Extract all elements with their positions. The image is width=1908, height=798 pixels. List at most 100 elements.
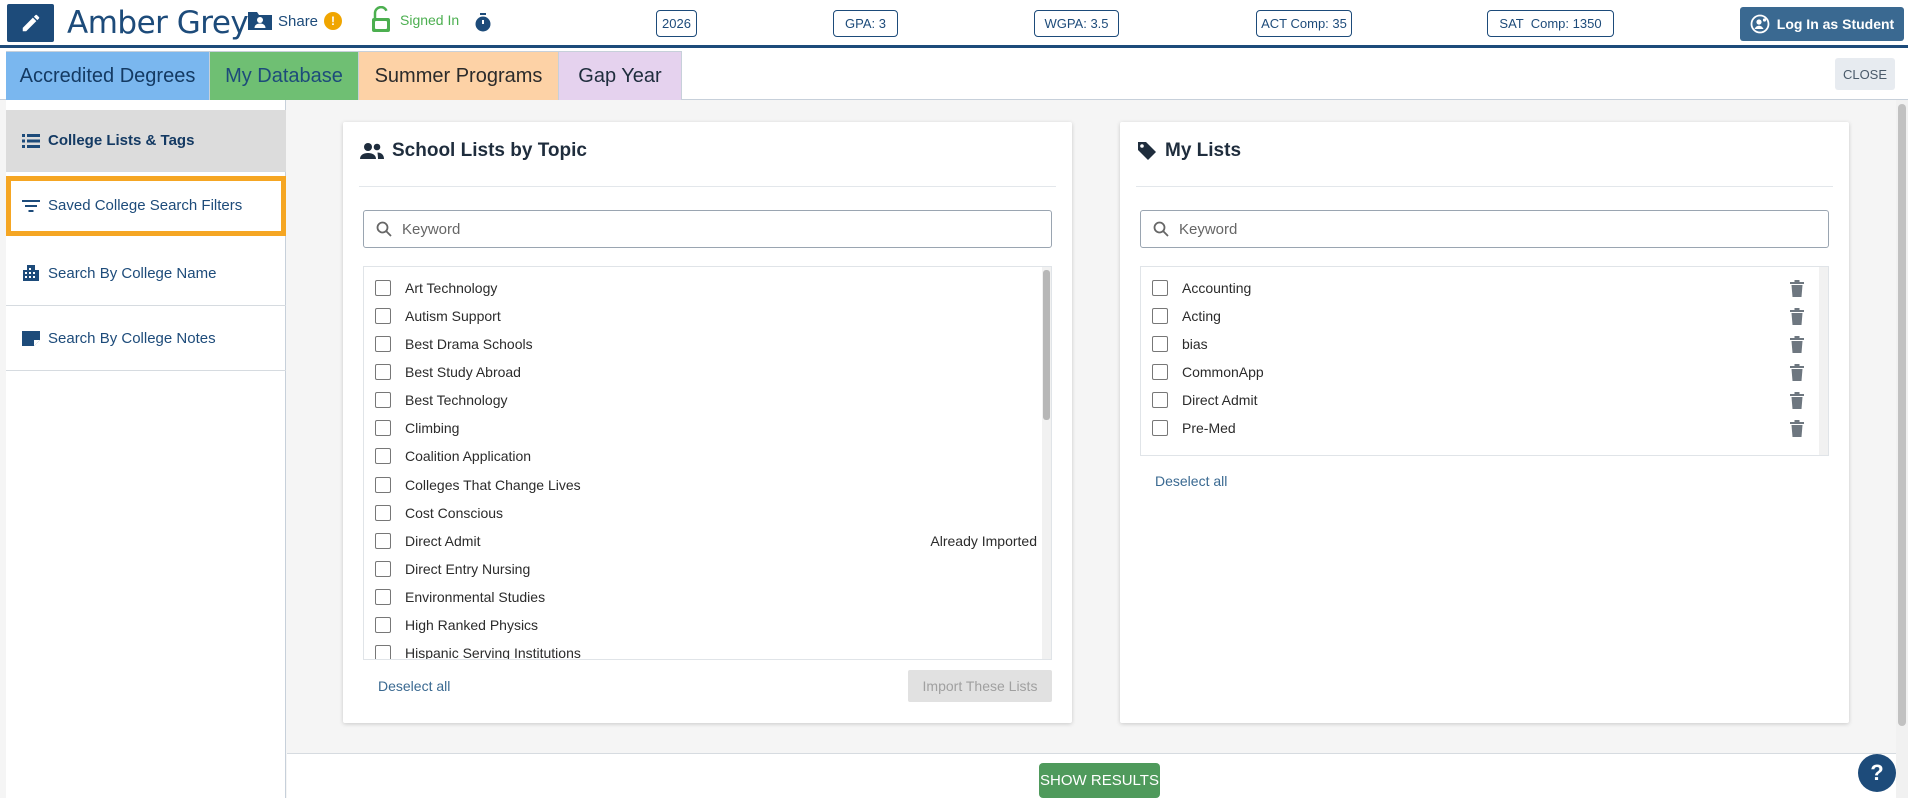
trash-icon[interactable]	[1790, 280, 1804, 297]
checkbox[interactable]	[375, 392, 391, 408]
my-lists-card: My Lists Accounting Acting bias CommonAp…	[1120, 122, 1849, 723]
trash-icon[interactable]	[1790, 420, 1804, 437]
tab-summer-programs[interactable]: Summer Programs	[359, 51, 559, 100]
my-lists-search-input[interactable]	[1179, 220, 1787, 238]
list-item[interactable]: Direct Admit Already Imported	[364, 527, 1051, 555]
account-switch-icon	[1750, 14, 1770, 34]
already-imported-label: Already Imported	[930, 533, 1037, 549]
list-item-label: Best Drama Schools	[405, 336, 533, 352]
checkbox[interactable]	[375, 448, 391, 464]
list-item[interactable]: Cost Conscious	[364, 499, 1051, 527]
grad-year-chip: 2026	[656, 10, 697, 37]
signed-in-status: Signed In	[370, 6, 459, 34]
sidebar-item-search-by-notes[interactable]: Search By College Notes	[6, 306, 286, 371]
topic-list-scrollbar[interactable]	[1042, 267, 1051, 659]
list-item-label: Environmental Studies	[405, 589, 546, 605]
list-item[interactable]: Environmental Studies	[364, 583, 1051, 611]
list-item-label: Direct Admit	[405, 533, 481, 549]
list-item[interactable]: Best Study Abroad	[364, 358, 1051, 386]
edit-student-button[interactable]	[7, 4, 54, 42]
close-button[interactable]: CLOSE	[1835, 58, 1895, 90]
unlock-icon	[372, 6, 390, 32]
checkbox[interactable]	[375, 308, 391, 324]
share-label: Share	[278, 12, 319, 30]
list-item[interactable]: Colleges That Change Lives	[364, 471, 1051, 499]
student-name: Amber Grey	[67, 5, 249, 41]
topic-search-input[interactable]	[402, 220, 1010, 238]
sidebar-item-saved-filters[interactable]: Saved College Search Filters	[6, 176, 286, 236]
note-icon	[22, 331, 40, 346]
tab-accredited-degrees[interactable]: Accredited Degrees	[6, 51, 210, 100]
share-button[interactable]: Share !	[246, 10, 343, 32]
signed-in-label: Signed In	[400, 12, 460, 28]
checkbox[interactable]	[375, 280, 391, 296]
list-item[interactable]: High Ranked Physics	[364, 611, 1051, 639]
scrollbar-thumb[interactable]	[1043, 270, 1050, 420]
deselect-all-my-lists-link[interactable]: Deselect all	[1155, 473, 1227, 489]
help-button[interactable]: ?	[1858, 754, 1896, 792]
tab-gap-year[interactable]: Gap Year	[559, 51, 682, 100]
list-item[interactable]: CommonApp	[1141, 358, 1828, 386]
list-item[interactable]: Acting	[1141, 302, 1828, 330]
list-item-label: Art Technology	[405, 280, 498, 296]
checkbox[interactable]	[375, 477, 391, 493]
timer-button[interactable]	[474, 13, 492, 38]
tab-my-database[interactable]: My Database	[210, 51, 359, 100]
my-lists-list: Accounting Acting bias CommonApp Direct …	[1140, 266, 1829, 456]
checkbox[interactable]	[1152, 280, 1168, 296]
list-item[interactable]: bias	[1141, 330, 1828, 358]
tag-icon	[1138, 142, 1156, 160]
checkbox[interactable]	[375, 364, 391, 380]
import-these-lists-button[interactable]: Import These Lists	[908, 670, 1052, 702]
trash-icon[interactable]	[1790, 392, 1804, 409]
act-chip: ACT Comp: 35	[1256, 10, 1352, 37]
list-item[interactable]: Coalition Application	[364, 442, 1051, 470]
scrollbar-thumb[interactable]	[1898, 104, 1906, 726]
log-in-as-student-button[interactable]: Log In as Student	[1740, 7, 1904, 41]
list-item-label: Acting	[1182, 308, 1221, 324]
topic-search-field[interactable]	[363, 210, 1052, 248]
main-content: School Lists by Topic Art Technology Aut…	[287, 100, 1908, 753]
deselect-all-topics-link[interactable]: Deselect all	[378, 678, 450, 694]
list-item-label: Colleges That Change Lives	[405, 477, 581, 493]
checkbox[interactable]	[375, 533, 391, 549]
sidebar-item-search-by-name[interactable]: Search By College Name	[6, 241, 286, 306]
checkbox[interactable]	[375, 561, 391, 577]
list-item[interactable]: Accounting	[1141, 274, 1828, 302]
school-lists-by-topic-card: School Lists by Topic Art Technology Aut…	[343, 122, 1072, 723]
list-item[interactable]: Best Drama Schools	[364, 330, 1051, 358]
checkbox[interactable]	[1152, 420, 1168, 436]
list-item[interactable]: Direct Admit	[1141, 386, 1828, 414]
list-item[interactable]: Direct Entry Nursing	[364, 555, 1051, 583]
list-item-label: Coalition Application	[405, 448, 532, 464]
checkbox[interactable]	[1152, 364, 1168, 380]
list-item[interactable]: Autism Support	[364, 302, 1051, 330]
list-item[interactable]: Best Technology	[364, 386, 1051, 414]
building-icon	[23, 265, 39, 281]
checkbox[interactable]	[375, 420, 391, 436]
search-icon	[376, 221, 392, 237]
my-lists-scrollbar[interactable]	[1819, 267, 1828, 455]
checkbox[interactable]	[1152, 392, 1168, 408]
checkbox[interactable]	[1152, 336, 1168, 352]
trash-icon[interactable]	[1790, 308, 1804, 325]
checkbox[interactable]	[375, 589, 391, 605]
list-item[interactable]: Hispanic Serving Institutions	[364, 639, 1051, 659]
my-lists-search-field[interactable]	[1140, 210, 1829, 248]
checkbox[interactable]	[375, 617, 391, 633]
checkbox[interactable]	[375, 336, 391, 352]
trash-icon[interactable]	[1790, 336, 1804, 353]
list-item[interactable]: Art Technology	[364, 274, 1051, 302]
list-icon	[22, 133, 40, 148]
page-scrollbar[interactable]	[1896, 100, 1908, 798]
checkbox[interactable]	[1152, 308, 1168, 324]
list-item-label: Best Study Abroad	[405, 364, 521, 380]
list-item[interactable]: Climbing	[364, 414, 1051, 442]
list-item[interactable]: Pre-Med	[1141, 414, 1828, 442]
checkbox[interactable]	[375, 645, 391, 659]
show-results-button[interactable]: SHOW RESULTS	[1039, 763, 1160, 798]
card-title: My Lists	[1137, 140, 1241, 162]
checkbox[interactable]	[375, 505, 391, 521]
trash-icon[interactable]	[1790, 364, 1804, 381]
sidebar-item-college-lists[interactable]: College Lists & Tags	[6, 110, 286, 172]
